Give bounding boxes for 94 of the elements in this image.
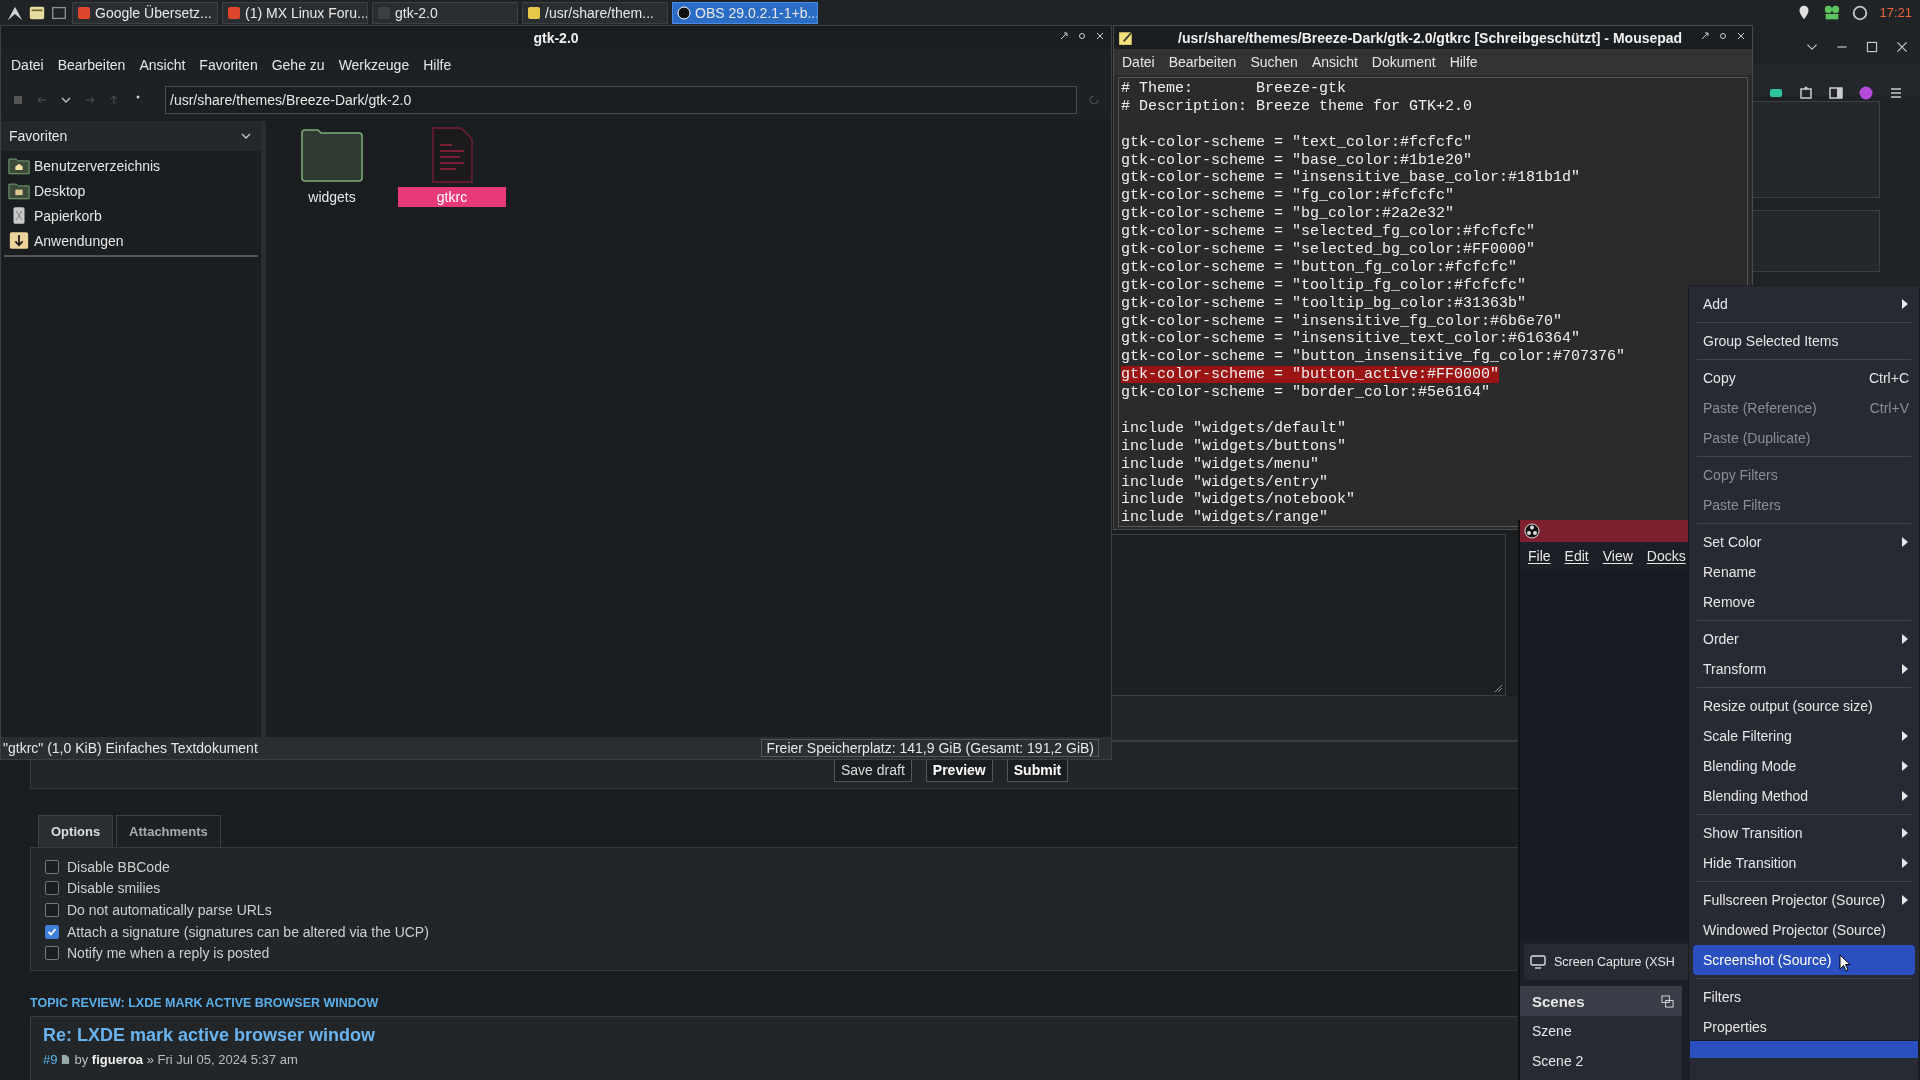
menu-item[interactable]: Windowed Projector (Source) [1693,915,1915,945]
taskbar-button[interactable]: Google Übersetz... [72,1,218,24]
code-line: gtk-color-scheme = "base_color:#1b1e20" [1121,151,1473,169]
post-byline: by figueroa » Fri Jul 05, 2024 5:37 am [74,1051,298,1067]
code-line: gtk-color-scheme = "selected_fg_color:#fcfcfc" [1121,223,1536,241]
menu-item[interactable]: Copy Ctrl+C [1693,363,1915,393]
option-label: Attach a signature (signatures can be altered via the UCP) [67,923,429,940]
menu-item[interactable]: Transform [1693,654,1915,684]
menu-item[interactable]: Order [1693,624,1915,654]
menu-item[interactable]: Blending Mode [1693,751,1915,781]
menu-item[interactable]: Hide Transition [1693,848,1915,878]
code-line: gtk-color-scheme = "button_insensitive_fg_color:#707376" [1121,348,1626,366]
taskbar-button[interactable]: OBS 29.0.2.1-1+b... [672,1,818,24]
option-label: Disable smilies [67,880,161,897]
menu-item[interactable]: Docks [1646,548,1686,564]
menu-item[interactable]: View [1602,548,1633,564]
menu-item[interactable]: Werkzeuge [338,57,410,73]
sidebar-item[interactable]: Benutzerverzeichnis [34,157,161,174]
taskbar-button[interactable]: /usr/share/them... [522,1,668,24]
menu-item[interactable]: Hilfe [423,57,452,73]
sidebar-item[interactable]: Desktop [34,182,86,199]
code-line: gtk-color-scheme = "insensitive_base_color:#181b1d" [1121,169,1581,187]
code-line: gtk-color-scheme = "insensitive_text_color:#616364" [1121,330,1581,348]
panel-title: Scenes [1532,992,1585,1010]
menu-item[interactable]: Blending Method [1693,781,1915,811]
code-line: # Description: Breeze theme for GTK+2.0 [1121,97,1473,115]
code-line: gtk-color-scheme = "tooltip_fg_color:#fcfcfc" [1121,276,1527,294]
code-line: include "widgets/notebook" [1121,491,1356,509]
scene-item[interactable]: Szene [1520,1016,1682,1046]
option-label: Disable BBCode [67,858,170,875]
status-text: "gtkrc" (1,0 KiB) Einfaches Textdokument [3,740,258,756]
menu-item[interactable]: Hilfe [1449,54,1478,70]
menu-item[interactable]: File [1528,548,1551,564]
menu-item[interactable]: Ansicht [1311,54,1358,70]
post-link[interactable]: #9 [43,1051,58,1067]
code-line: include "widgets/buttons" [1121,437,1347,455]
option-label: Do not automatically parse URLs [67,902,272,918]
menu-item[interactable]: Ansicht [139,57,186,73]
code-line: gtk-color-scheme = "insensitive_fg_color:#6b6e70" [1121,312,1563,330]
menu-item[interactable]: Suchen [1250,54,1298,70]
sidebar-item[interactable]: Anwendungen [34,232,124,249]
code-line: gtk-color-scheme = "fg_color:#fcfcfc" [1121,187,1455,205]
file-name[interactable]: gtkrc [398,187,506,207]
scene-item[interactable]: Scene 2 [1520,1046,1682,1076]
code-line: include "widgets/range" [1121,509,1329,526]
code-line: gtk-color-scheme = "border_color:#5e6164" [1121,384,1491,402]
menu-item[interactable]: Bearbeiten [1168,54,1237,70]
menu-item[interactable]: Dokument [1371,54,1436,70]
taskbar-button[interactable]: gtk-2.0 [372,1,518,24]
menu-item[interactable]: Datei [1122,54,1155,70]
code-line: gtk-color-scheme = "tooltip_bg_color:#31363b" [1121,294,1527,312]
tab[interactable]: Attachments [116,815,221,847]
file-name[interactable]: widgets [278,187,386,207]
menu-item[interactable]: Group Selected Items [1693,326,1915,356]
form-button[interactable]: Save draft [834,758,912,782]
free-space-text: Freier Speicherplatz: 141,9 GiB (Gesamt: 191,2 GiB) [761,739,1099,757]
taskbar-button[interactable]: (1) MX Linux Foru... [222,1,368,24]
menu-item[interactable]: Bearbeiten [57,57,126,73]
tab[interactable]: Options [38,815,114,847]
menu-item[interactable]: Resize output (source size) [1693,691,1915,721]
code-line: include "widgets/menu" [1121,455,1320,473]
source-item[interactable]: Screen Capture (XSH [1554,955,1675,969]
menu-item[interactable]: Favoriten [199,57,258,73]
code-line: gtk-color-scheme = "bg_color:#2a2e32" [1121,205,1455,223]
window-title: gtk-2.0 [533,29,579,46]
sidebar-item[interactable]: Papierkorb [34,207,102,224]
window-title: /usr/share/themes/Breeze-Dark/gtk-2.0/gtkrc [Schreibgeschützt] - Mousepad [1178,29,1683,46]
form-button[interactable]: Submit [1006,758,1069,782]
menu-item[interactable]: Rename [1693,557,1915,587]
code-line: include "widgets/entry" [1121,473,1329,491]
menu-item[interactable]: Add [1693,289,1915,319]
option-label: Notify me when a reply is posted [67,945,270,962]
clock: 17:21 [1879,5,1912,20]
menu-item[interactable]: Screenshot (Source) [1693,945,1915,975]
menu-item[interactable]: Gehe zu [271,57,325,73]
code-line: gtk-color-scheme = "button_fg_color:#fcfcfc" [1121,258,1518,276]
form-button[interactable]: Preview [925,758,993,782]
code-line: gtk-color-scheme = "selected_bg_color:#FF0000" [1121,241,1536,258]
menu-item[interactable]: Show Transition [1693,818,1915,848]
menu-item[interactable]: Scale Filtering [1693,721,1915,751]
menu-item[interactable]: Edit [1564,548,1589,564]
section-heading: TOPIC REVIEW: LXDE MARK ACTIVE BROWSER WINDOW [30,995,380,1010]
menu-item[interactable]: Fullscreen Projector (Source) [1693,885,1915,915]
code-line: gtk-color-scheme = "text_color:#fcfcfc" [1121,133,1473,151]
sidebar-header[interactable]: Favoriten [1,121,261,151]
path-field[interactable]: /usr/share/themes/Breeze-Dark/gtk-2.0 [165,86,1077,114]
post-title[interactable]: Re: LXDE mark active browser window [43,1024,1507,1046]
code-line: include "widgets/default" [1121,419,1347,437]
menu-item[interactable]: Remove [1693,587,1915,617]
menu-item[interactable]: Datei [11,57,44,73]
menu-item[interactable]: Set Color [1693,527,1915,557]
menu-item[interactable]: Properties [1693,1012,1915,1042]
menu-item[interactable]: Filters [1693,982,1915,1012]
code-line: # Theme: Breeze-gtk [1121,80,1347,97]
